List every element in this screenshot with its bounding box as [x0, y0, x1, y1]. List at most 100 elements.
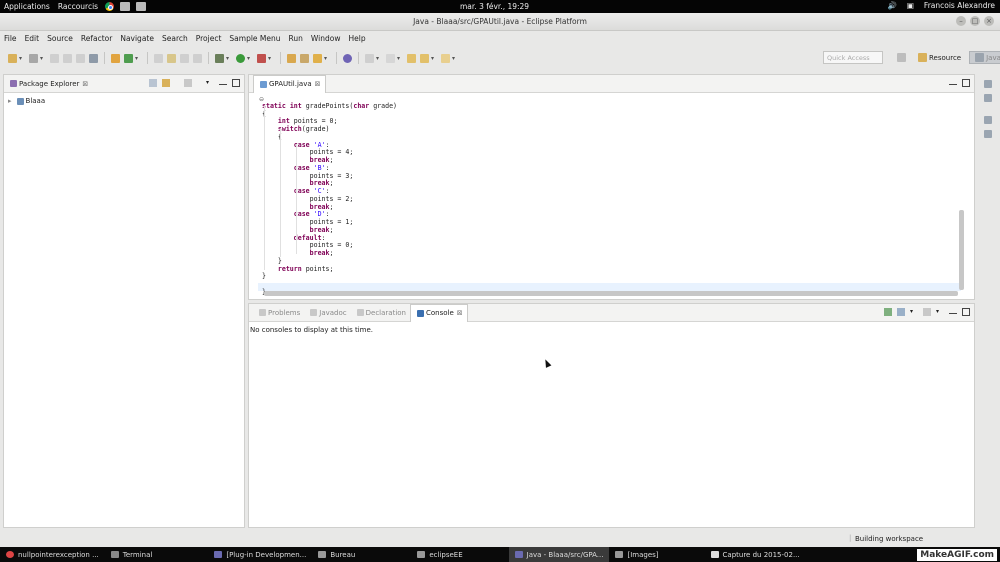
run-icon[interactable] [236, 53, 245, 63]
task-images[interactable]: [Images] [609, 547, 664, 562]
toggle-whitespace-icon[interactable] [193, 53, 202, 63]
toggle-block-icon[interactable] [180, 53, 189, 63]
chevron-down-icon[interactable]: ▾ [135, 55, 140, 62]
view-menu-icon[interactable]: ▾ [206, 79, 214, 87]
chevron-down-icon[interactable]: ▾ [324, 55, 329, 62]
close-icon[interactable]: ⊠ [315, 80, 321, 88]
task-java-eclipse[interactable]: Java - Blaaa/src/GPA... [508, 547, 610, 562]
last-edit-icon[interactable] [407, 53, 416, 63]
minimize-editor-icon[interactable] [949, 80, 957, 85]
save-all-icon[interactable] [50, 53, 59, 63]
undo-icon[interactable] [76, 53, 85, 63]
close-window-button[interactable]: × [984, 16, 994, 26]
forward-icon[interactable] [441, 53, 450, 63]
open-perspective-icon[interactable] [897, 53, 906, 62]
restore-icon[interactable] [984, 116, 992, 124]
editor-horizontal-scrollbar[interactable] [264, 291, 958, 296]
terminal-launcher-icon[interactable] [120, 2, 131, 11]
chevron-down-icon[interactable]: ▾ [268, 55, 273, 62]
plugin-icon[interactable] [343, 53, 352, 63]
open-console-icon[interactable] [923, 308, 931, 316]
menu-search[interactable]: Search [162, 34, 188, 43]
shortcuts-menu[interactable]: Raccourcis [54, 2, 102, 11]
applications-menu[interactable]: Applications [0, 2, 54, 11]
task-chrome[interactable]: nullpointerexception ... [0, 547, 105, 562]
back-icon[interactable] [420, 53, 429, 63]
task-list-icon[interactable] [984, 94, 992, 102]
minimize-view-icon[interactable] [219, 80, 227, 85]
terminal-icon[interactable] [89, 53, 98, 63]
external-tools-icon[interactable] [257, 53, 266, 63]
task-screenshot[interactable]: Capture du 2015-02... [705, 547, 806, 562]
chevron-down-icon[interactable]: ▾ [910, 308, 918, 316]
new-java-project-icon[interactable] [111, 53, 120, 63]
chevron-down-icon[interactable]: ▾ [247, 55, 252, 62]
focus-icon[interactable] [184, 79, 192, 87]
maximize-view-icon[interactable] [232, 79, 240, 87]
status-building[interactable]: Building workspace [855, 535, 923, 543]
code-editor[interactable]: static int gradePoints(char grade){ int … [262, 95, 397, 304]
package-explorer-title[interactable]: Package Explorer [19, 80, 79, 88]
tab-gpautil[interactable]: GPAUtil.java ⊠ [253, 74, 326, 93]
view-menu-icon[interactable]: ▾ [936, 308, 944, 316]
chrome-launcher-icon[interactable] [105, 2, 115, 11]
collapse-all-icon[interactable] [149, 79, 157, 87]
tree-item-project[interactable]: ▸ Blaaa [4, 93, 244, 109]
chevron-down-icon[interactable]: ▾ [19, 55, 24, 62]
print-icon[interactable] [63, 53, 72, 63]
restore-icon[interactable] [984, 80, 992, 88]
chevron-down-icon[interactable]: ▾ [40, 55, 45, 62]
expand-icon[interactable]: ▸ [8, 97, 12, 105]
debug-icon[interactable] [215, 53, 224, 63]
chevron-down-icon[interactable]: ▾ [376, 55, 381, 62]
minimize-window-button[interactable]: – [956, 16, 966, 26]
link-editor-icon[interactable] [162, 79, 170, 87]
outline-icon[interactable] [984, 130, 992, 138]
tab-javadoc[interactable]: Javadoc [304, 304, 350, 322]
menu-source[interactable]: Source [47, 34, 73, 43]
open-task-icon[interactable] [287, 53, 296, 63]
pin-console-icon[interactable] [884, 308, 892, 316]
display-console-icon[interactable] [897, 308, 905, 316]
menu-help[interactable]: Help [349, 34, 366, 43]
chevron-down-icon[interactable]: ▾ [397, 55, 402, 62]
task-eclipseee[interactable]: eclipseEE [411, 547, 468, 562]
network-icon[interactable]: ▣ [907, 1, 914, 10]
menu-project[interactable]: Project [196, 34, 222, 43]
menu-run[interactable]: Run [289, 34, 303, 43]
menu-window[interactable]: Window [311, 34, 341, 43]
search-icon[interactable] [300, 53, 309, 63]
chevron-down-icon[interactable]: ▾ [431, 55, 436, 62]
maximize-window-button[interactable]: □ [970, 16, 980, 26]
menu-refactor[interactable]: Refactor [81, 34, 112, 43]
task-plugin-dev[interactable]: [Plug-in Developmen... [208, 547, 312, 562]
perspective-java-button[interactable]: Java [969, 51, 1000, 64]
task-terminal[interactable]: Terminal [105, 547, 159, 562]
clock[interactable]: mar. 3 févr., 19:29 [460, 2, 529, 11]
close-icon[interactable]: ⊠ [457, 309, 463, 317]
tab-console[interactable]: Console ⊠ [410, 303, 468, 322]
maximize-view-icon[interactable] [962, 308, 970, 316]
quick-access-input[interactable]: Quick Access [823, 51, 883, 64]
new-icon[interactable] [8, 53, 17, 63]
minimize-view-icon[interactable] [949, 309, 957, 314]
task-bureau[interactable]: Bureau [312, 547, 361, 562]
close-icon[interactable]: ⊠ [82, 80, 88, 88]
tab-declaration[interactable]: Declaration [351, 304, 410, 322]
pencil-icon[interactable] [313, 53, 322, 63]
menu-edit[interactable]: Edit [25, 34, 40, 43]
new-package-icon[interactable] [124, 53, 133, 63]
menu-navigate[interactable]: Navigate [120, 34, 154, 43]
previous-annotation-icon[interactable] [386, 53, 395, 63]
chevron-down-icon[interactable]: ▾ [452, 55, 457, 62]
save-icon[interactable] [29, 53, 38, 63]
user-menu[interactable]: Francois Alexandre [924, 1, 995, 10]
next-annotation-icon[interactable] [365, 53, 374, 63]
toggle-mark-icon[interactable] [167, 53, 176, 63]
perspective-resource-button[interactable]: Resource [912, 51, 965, 64]
menu-sample[interactable]: Sample Menu [229, 34, 280, 43]
editor-vertical-scrollbar[interactable] [959, 210, 964, 290]
maximize-editor-icon[interactable] [962, 79, 970, 87]
open-type-icon[interactable] [154, 53, 163, 63]
chevron-down-icon[interactable]: ▾ [226, 55, 231, 62]
